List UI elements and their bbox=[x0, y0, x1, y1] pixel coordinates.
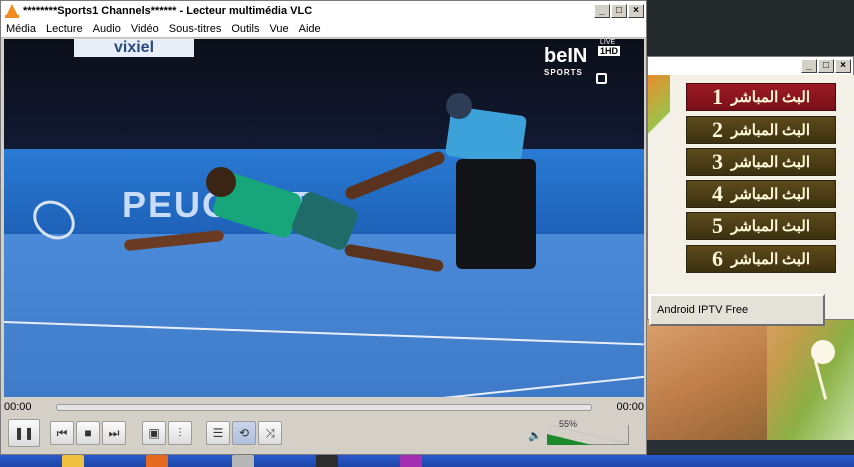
playlist-icon: ☰ bbox=[212, 426, 224, 440]
extended-settings-button[interactable]: ⫶ bbox=[168, 421, 192, 445]
iptv-close-button[interactable]: × bbox=[835, 59, 851, 73]
previous-icon: ⏮ bbox=[56, 425, 68, 440]
channel-number: 2 bbox=[711, 117, 723, 142]
channel-button-3[interactable]: 3 البث المباشر bbox=[686, 148, 836, 176]
maximize-button[interactable]: □ bbox=[611, 3, 627, 18]
menu-media[interactable]: Média bbox=[1, 23, 41, 35]
playlist-button[interactable]: ☰ bbox=[206, 421, 230, 445]
minimize-button[interactable]: _ bbox=[594, 3, 610, 18]
android-iptv-button[interactable]: Android IPTV Free bbox=[649, 294, 825, 326]
vlc-window: ********Sports1 Channels****** - Lecteur… bbox=[0, 0, 647, 455]
video-icon[interactable] bbox=[400, 455, 422, 467]
fullscreen-icon: ▣ bbox=[148, 426, 160, 440]
channel-logo-sub: SPORTS bbox=[544, 68, 583, 77]
wallpaper-hair bbox=[647, 320, 767, 445]
channel-label: البث المباشر bbox=[730, 154, 811, 171]
channel-number: 4 bbox=[711, 181, 723, 206]
hd-badge: 1HD bbox=[598, 46, 621, 56]
seek-slider[interactable] bbox=[56, 403, 592, 411]
menu-sous-titres[interactable]: Sous-titres bbox=[164, 23, 227, 35]
iptv-window: _ □ × 1 البث المباشر 2 البث المباشر 3 ال… bbox=[647, 56, 854, 326]
seek-row: 00:00 00:00 bbox=[4, 399, 644, 415]
speaker-icon[interactable]: 🔈 bbox=[528, 429, 542, 442]
tool-icon[interactable] bbox=[232, 455, 254, 467]
live-label: LIVE bbox=[600, 39, 616, 46]
equalizer-icon: ⫶ bbox=[178, 425, 182, 440]
volume-fill bbox=[547, 434, 593, 445]
time-total: 00:00 bbox=[616, 401, 644, 413]
dandelion-stem bbox=[813, 360, 828, 400]
volume-slider[interactable] bbox=[547, 425, 629, 445]
app-icon[interactable] bbox=[146, 455, 168, 467]
fullscreen-button[interactable]: ▣ bbox=[142, 421, 166, 445]
menu-lecture[interactable]: Lecture bbox=[41, 23, 88, 35]
playback-controls: ❚❚ ⏮ ■ ⏭ ▣ ⫶ ☰ ⟲ ⤨ 🔈 55% bbox=[4, 419, 644, 449]
channel-label: البث المباشر bbox=[730, 251, 811, 268]
iptv-maximize-button[interactable]: □ bbox=[818, 59, 834, 73]
channel-button-1[interactable]: 1 البث المباشر bbox=[686, 83, 836, 111]
channel-number: 5 bbox=[711, 213, 723, 238]
taskbar bbox=[0, 455, 854, 467]
close-button[interactable]: × bbox=[628, 3, 644, 18]
channel-button-4[interactable]: 4 البث المباشر bbox=[686, 180, 836, 208]
menu-outils[interactable]: Outils bbox=[226, 23, 264, 35]
next-icon: ⏭ bbox=[108, 425, 120, 440]
iptv-titlebar[interactable]: _ □ × bbox=[648, 57, 853, 75]
iptv-minimize-button[interactable]: _ bbox=[801, 59, 817, 73]
channel-label: البث المباشر bbox=[730, 122, 811, 139]
channel-number: 1 bbox=[711, 84, 723, 109]
channel-label: البث المباشر bbox=[730, 218, 811, 235]
channel-button-6[interactable]: 6 البث المباشر bbox=[686, 245, 836, 273]
menu-aide[interactable]: Aide bbox=[294, 23, 326, 35]
desktop-strip bbox=[647, 440, 854, 454]
stop-button[interactable]: ■ bbox=[76, 421, 100, 445]
broadcast-box-icon bbox=[596, 73, 607, 84]
shuffle-button[interactable]: ⤨ bbox=[258, 421, 282, 445]
lineperson-legs bbox=[456, 159, 536, 269]
play-pause-button[interactable]: ❚❚ bbox=[8, 419, 40, 447]
previous-button[interactable]: ⏮ bbox=[50, 421, 74, 445]
media-icon[interactable] bbox=[316, 455, 338, 467]
channel-button-2[interactable]: 2 البث المباشر bbox=[686, 116, 836, 144]
folder-icon[interactable] bbox=[62, 455, 84, 467]
menu-bar: Média Lecture Audio Vidéo Sous-titres Ou… bbox=[1, 20, 646, 38]
player-head bbox=[206, 167, 236, 197]
loop-icon: ⟲ bbox=[238, 426, 250, 440]
menu-audio[interactable]: Audio bbox=[88, 23, 126, 35]
shuffle-icon: ⤨ bbox=[265, 425, 275, 440]
iptv-decoration bbox=[648, 75, 670, 150]
stop-icon: ■ bbox=[84, 426, 92, 440]
channel-number: 3 bbox=[711, 149, 723, 174]
menu-video[interactable]: Vidéo bbox=[126, 23, 164, 35]
dandelion-puff bbox=[811, 340, 835, 364]
menu-vue[interactable]: Vue bbox=[264, 23, 293, 35]
channel-button-5[interactable]: 5 البث المباشر bbox=[686, 212, 836, 240]
time-elapsed: 00:00 bbox=[4, 401, 32, 413]
video-area[interactable]: vixiel PEUGEOT beIN SPORTS LIVE 1HD bbox=[4, 39, 644, 397]
next-button[interactable]: ⏭ bbox=[102, 421, 126, 445]
wallpaper-photo bbox=[647, 320, 854, 445]
channel-label: البث المباشر bbox=[730, 89, 811, 106]
loop-button[interactable]: ⟲ bbox=[232, 421, 256, 445]
lineperson-head bbox=[446, 93, 472, 119]
channel-logo: beIN SPORTS bbox=[544, 45, 587, 77]
pause-icon: ❚❚ bbox=[13, 426, 35, 440]
iptv-body: 1 البث المباشر 2 البث المباشر 3 البث الم… bbox=[648, 75, 854, 326]
vlc-cone-icon bbox=[5, 3, 19, 18]
vlc-window-title: ********Sports1 Channels****** - Lecteur… bbox=[23, 4, 313, 17]
video-top-banner: vixiel bbox=[74, 39, 194, 57]
channel-label: البث المباشر bbox=[730, 186, 811, 203]
video-court bbox=[4, 234, 644, 397]
channel-logo-text: beIN bbox=[544, 45, 588, 67]
channel-number: 6 bbox=[711, 246, 723, 271]
vlc-titlebar[interactable]: ********Sports1 Channels****** - Lecteur… bbox=[1, 1, 646, 20]
